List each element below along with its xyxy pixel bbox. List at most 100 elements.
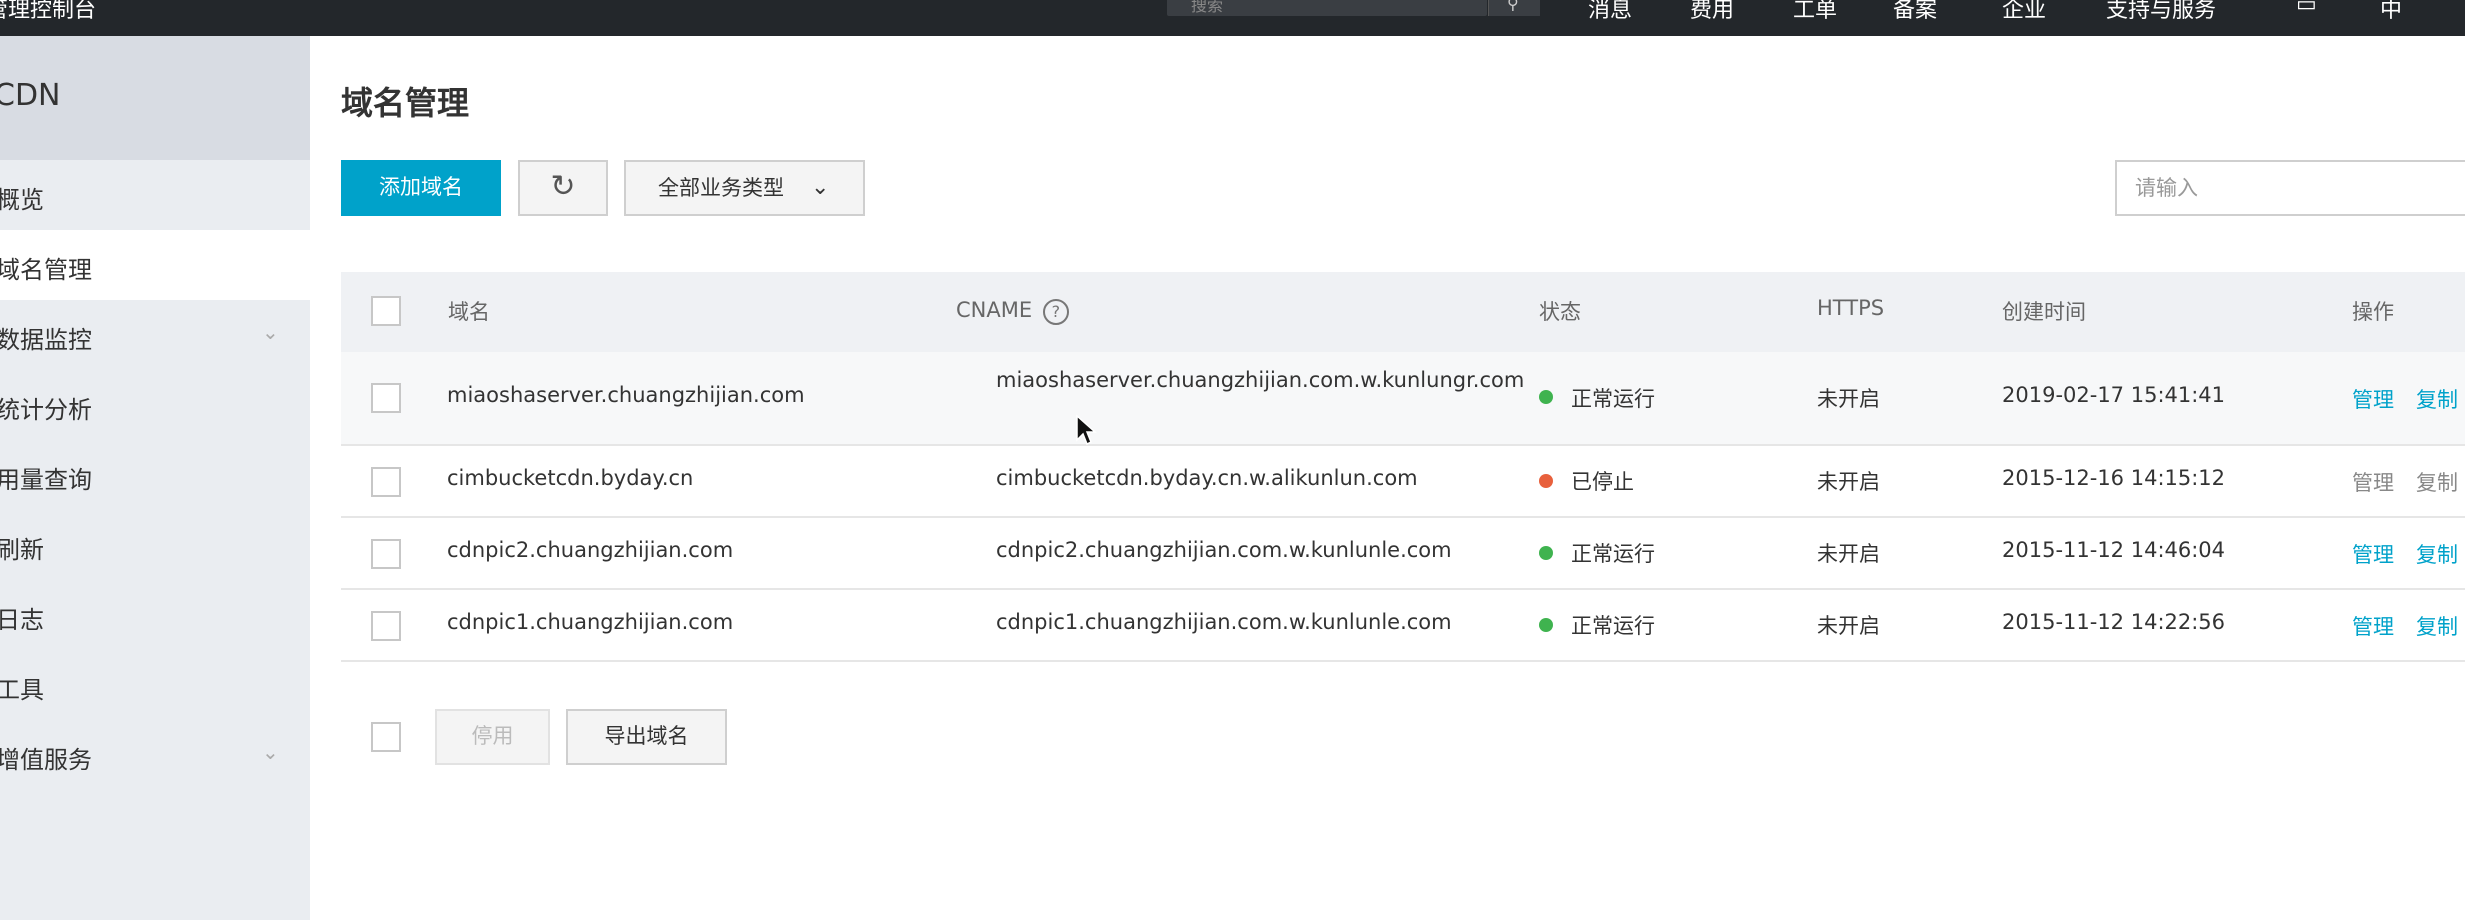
nav-billing[interactable]: 费用 [1690, 0, 1734, 24]
column-header-domain: 域名 [448, 300, 490, 324]
sidebar-item-label: 日志 [0, 606, 44, 634]
sidebar-item-label: 数据监控 [0, 326, 92, 354]
created-cell: 2015-12-16 14:15:12 [2002, 466, 2226, 490]
select-all-checkbox[interactable] [371, 296, 401, 326]
sidebar-item-data-monitoring[interactable]: 数据监控 ⌄ [0, 300, 310, 370]
console-brand[interactable]: 管理控制台 [0, 0, 96, 24]
manage-link[interactable]: 管理 [2352, 611, 2394, 641]
domain-cell: cdnpic1.chuangzhijian.com [447, 610, 734, 634]
domain-search-input[interactable]: 请输入 [2115, 160, 2465, 216]
sidebar-item-label: 用量查询 [0, 466, 92, 494]
nav-messages[interactable]: 消息 [1588, 0, 1632, 24]
column-header-cname: CNAME ? [956, 298, 1069, 325]
sidebar-item-logs[interactable]: 日志 [0, 580, 310, 650]
column-header-status: 状态 [1539, 300, 1581, 324]
copy-link[interactable]: 复制 [2416, 384, 2458, 414]
https-cell: 未开启 [1817, 470, 1880, 494]
search-icon: ⚲ [1507, 0, 1519, 13]
refresh-icon: ↻ [550, 169, 576, 204]
global-search-input[interactable]: 搜索 [1167, 0, 1487, 16]
page-title: 域名管理 [341, 84, 470, 122]
table-row: cdnpic2.chuangzhijian.com cdnpic2.chuang… [341, 518, 2465, 590]
sidebar-item-domain-management[interactable]: 域名管理 [0, 230, 310, 300]
chevron-down-icon: ⌄ [262, 740, 279, 764]
help-icon[interactable]: ? [1042, 299, 1069, 325]
domain-cell: cdnpic2.chuangzhijian.com [447, 538, 734, 562]
status-cell: 正常运行 [1571, 542, 1655, 566]
nav-tickets[interactable]: 工单 [1793, 0, 1837, 24]
business-type-value: 全部业务类型 [658, 176, 784, 200]
column-header-created: 创建时间 [2002, 300, 2086, 324]
refresh-button[interactable]: ↻ [518, 160, 608, 216]
manage-link[interactable]: 管理 [2352, 384, 2394, 414]
cname-cell: cdnpic2.chuangzhijian.com.w.kunlunle.com [996, 538, 1452, 562]
created-cell: 2019-02-17 15:41:41 [2002, 383, 2226, 407]
nav-icp[interactable]: 备案 [1893, 0, 1937, 24]
created-cell: 2015-11-12 14:22:56 [2002, 610, 2226, 634]
sidebar: CDN 概览 域名管理 数据监控 ⌄ 统计分析 用量查询 刷新 日志 工具 增值… [0, 36, 310, 920]
created-cell: 2015-11-12 14:46:04 [2002, 538, 2226, 562]
https-cell: 未开启 [1817, 542, 1880, 566]
status-dot [1539, 546, 1553, 560]
column-header-actions: 操作 [2352, 300, 2394, 324]
table-header: 域名 CNAME ? 状态 HTTPS 创建时间 操作 [341, 272, 2465, 352]
sidebar-item-label: 刷新 [0, 536, 44, 564]
disable-button[interactable]: 停用 [435, 709, 550, 765]
column-header-https: HTTPS [1817, 296, 1885, 320]
row-checkbox[interactable] [371, 611, 401, 641]
table-row: cdnpic1.chuangzhijian.com cdnpic1.chuang… [341, 590, 2465, 662]
cart-icon[interactable]: ▭ [2296, 0, 2317, 17]
table-row: miaoshaserver.chuangzhijian.com miaoshas… [341, 352, 2465, 446]
domain-search-placeholder: 请输入 [2135, 176, 2198, 200]
nav-support[interactable]: 支持与服务 [2106, 0, 2216, 24]
chevron-down-icon: ⌄ [811, 175, 830, 200]
sidebar-item-overview[interactable]: 概览 [0, 160, 310, 230]
sidebar-item-label: 概览 [0, 186, 44, 214]
sidebar-item-tools[interactable]: 工具 [0, 650, 310, 720]
top-navbar: 管理控制台 搜索 ⚲ 消息 费用 工单 备案 企业 支持与服务 ▭ 中 [0, 0, 2465, 36]
mouse-cursor-icon [1076, 414, 1097, 446]
manage-link[interactable]: 管理 [2352, 539, 2394, 569]
global-search-button[interactable]: ⚲ [1488, 0, 1540, 16]
domain-cell: cimbucketcdn.byday.cn [447, 466, 694, 490]
footer-select-all-checkbox[interactable] [371, 722, 401, 752]
https-cell: 未开启 [1817, 387, 1880, 411]
https-cell: 未开启 [1817, 614, 1880, 638]
sidebar-item-label: 工具 [0, 676, 44, 704]
status-dot [1539, 474, 1553, 488]
sidebar-item-usage-query[interactable]: 用量查询 [0, 440, 310, 510]
manage-link[interactable]: 管理 [2352, 467, 2394, 497]
global-search-placeholder: 搜索 [1191, 0, 1224, 15]
nav-enterprise[interactable]: 企业 [2002, 0, 2046, 24]
status-cell: 正常运行 [1571, 614, 1655, 638]
copy-link[interactable]: 复制 [2416, 467, 2458, 497]
domain-cell: miaoshaserver.chuangzhijian.com [447, 383, 805, 407]
sidebar-item-label: 统计分析 [0, 396, 92, 424]
cname-cell: cdnpic1.chuangzhijian.com.w.kunlunle.com [996, 610, 1452, 634]
row-checkbox[interactable] [371, 383, 401, 413]
status-cell: 已停止 [1571, 470, 1634, 494]
export-domains-button[interactable]: 导出域名 [566, 709, 727, 765]
status-cell: 正常运行 [1571, 387, 1655, 411]
row-checkbox[interactable] [371, 539, 401, 569]
cname-cell: miaoshaserver.chuangzhijian.com.w.kunlun… [996, 368, 1525, 392]
sidebar-item-value-added[interactable]: 增值服务 ⌄ [0, 720, 310, 790]
cname-cell: cimbucketcdn.byday.cn.w.alikunlun.com [996, 466, 1418, 490]
business-type-select[interactable]: 全部业务类型 ⌄ [624, 160, 865, 216]
column-header-cname-label: CNAME [956, 298, 1033, 322]
copy-link[interactable]: 复制 [2416, 611, 2458, 641]
language-icon[interactable]: 中 [2380, 0, 2402, 24]
sidebar-item-label: 增值服务 [0, 746, 92, 774]
chevron-down-icon: ⌄ [262, 320, 279, 344]
sidebar-header: CDN [0, 36, 310, 160]
sidebar-title: CDN [0, 78, 61, 113]
row-checkbox[interactable] [371, 467, 401, 497]
sidebar-item-refresh[interactable]: 刷新 [0, 510, 310, 580]
table-row: cimbucketcdn.byday.cn cimbucketcdn.byday… [341, 446, 2465, 518]
add-domain-button[interactable]: 添加域名 [341, 160, 501, 216]
status-dot [1539, 618, 1553, 632]
status-dot [1539, 390, 1553, 404]
copy-link[interactable]: 复制 [2416, 539, 2458, 569]
sidebar-item-statistics[interactable]: 统计分析 [0, 370, 310, 440]
sidebar-item-label: 域名管理 [0, 256, 92, 284]
